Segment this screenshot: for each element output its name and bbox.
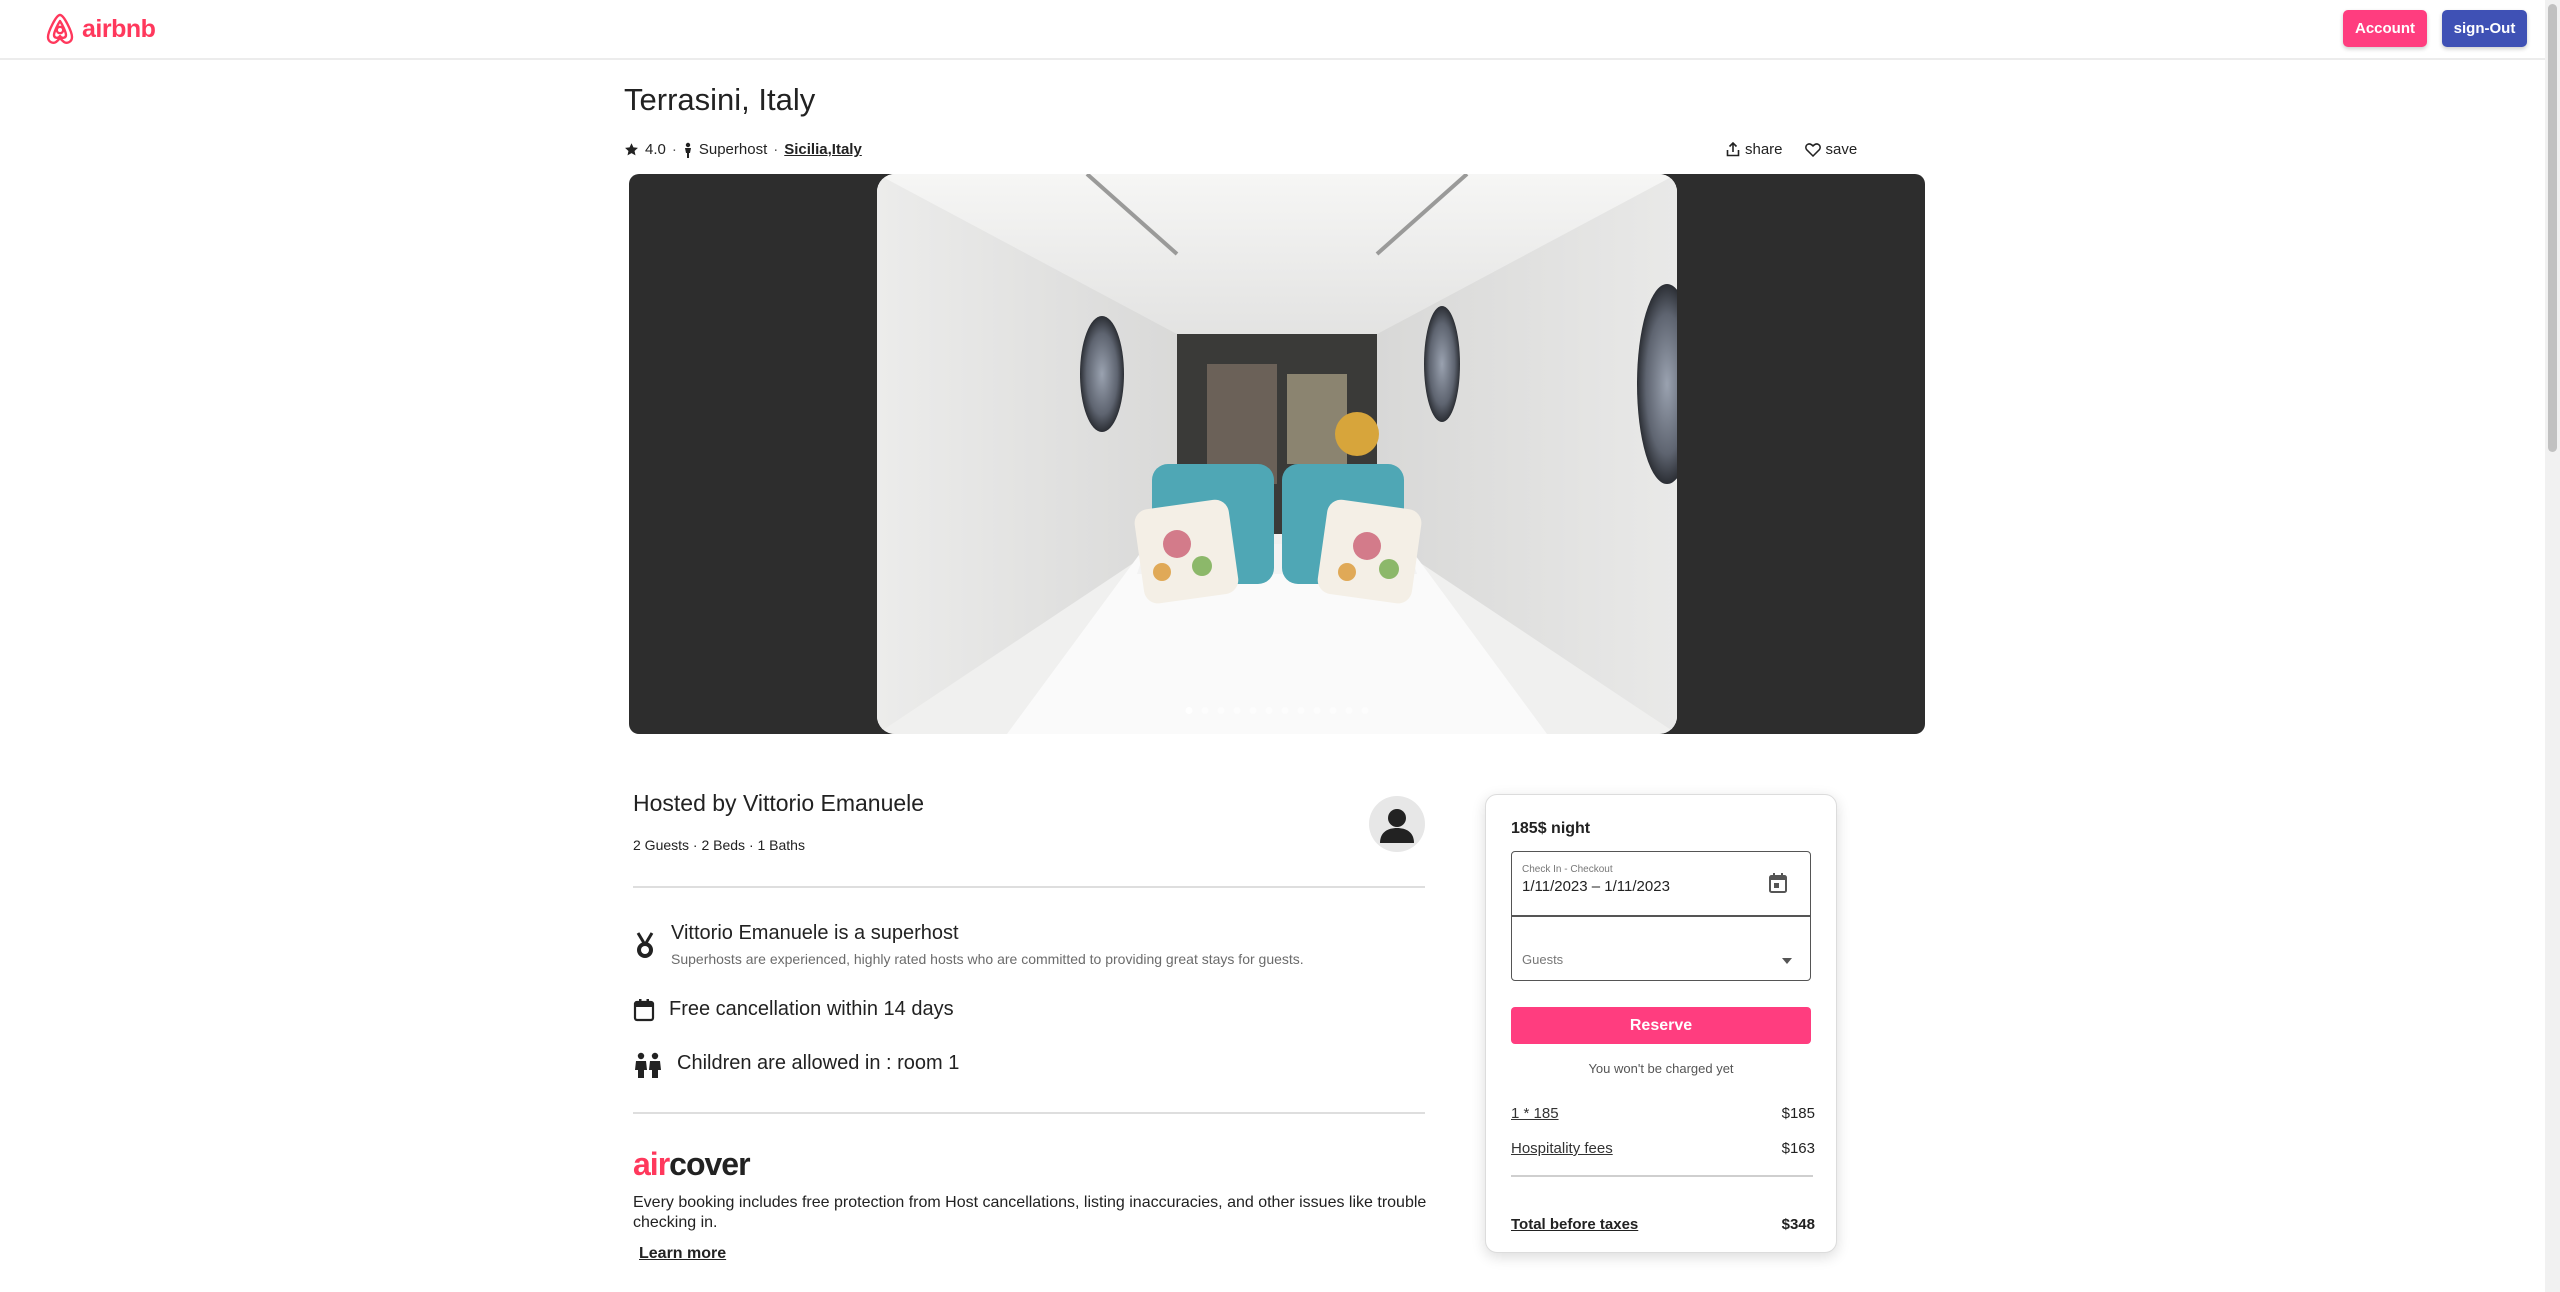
feature-superhost: Vittorio Emanuele is a superhost Superho… <box>633 922 1304 967</box>
carousel-dot[interactable] <box>1217 707 1225 714</box>
guests-select[interactable]: Guests <box>1512 916 1810 982</box>
fees-row: Hospitality fees $163 <box>1511 1140 1815 1157</box>
date-range-value: 1/11/2023 – 1/11/2023 <box>1522 878 1670 895</box>
location-link[interactable]: Sicilia,Italy <box>784 141 862 158</box>
carousel-dot[interactable] <box>1297 707 1305 714</box>
photo-carousel[interactable] <box>629 174 1925 734</box>
calendar-icon[interactable] <box>1768 872 1788 894</box>
guests-label: Guests <box>1522 952 1564 967</box>
bedroom-photo <box>877 174 1677 734</box>
learn-more-link[interactable]: Learn more <box>639 1245 726 1263</box>
total-label: Total before taxes <box>1511 1216 1639 1233</box>
carousel-dot[interactable] <box>1265 707 1273 714</box>
superhost-label: Superhost <box>698 141 768 158</box>
listing-actions: share save <box>1726 141 1857 158</box>
feature-title: Children are allowed in : room 1 <box>677 1052 960 1074</box>
nightly-cost-row: 1 * 185 $185 <box>1511 1105 1815 1122</box>
nightly-price: 185$ night <box>1511 820 1591 837</box>
host-title: Hosted by Vittorio Emanuele <box>633 790 925 816</box>
meta-separator: · <box>773 141 779 158</box>
star-icon <box>625 143 638 156</box>
airbnb-logo-icon <box>46 13 74 44</box>
reserve-button[interactable]: Reserve <box>1511 1007 1811 1044</box>
listing-summary: 2 Guests · 2 Beds · 1 Baths <box>633 837 805 853</box>
top-navbar: airbnb Account sign-Out <box>0 0 2545 60</box>
carousel-dot[interactable] <box>1249 707 1257 714</box>
booking-card: 185$ night Check In - Checkout 1/11/2023… <box>1485 794 1837 1253</box>
carousel-dot[interactable] <box>1345 707 1353 714</box>
aircover-logo: aircover <box>633 1146 751 1183</box>
medal-icon <box>636 932 654 958</box>
feature-description: Superhosts are experienced, highly rated… <box>671 951 1304 967</box>
person-icon <box>1380 809 1414 843</box>
heart-icon <box>1804 142 1821 157</box>
save-label: save <box>1825 141 1858 158</box>
date-range-label: Check In - Checkout <box>1522 864 1613 875</box>
sign-out-button[interactable]: sign-Out <box>2442 10 2527 47</box>
aircover-logo-cover: cover <box>669 1146 750 1182</box>
carousel-dot[interactable] <box>1361 707 1369 714</box>
aircover-logo-air: air <box>633 1146 670 1182</box>
fees-value: $163 <box>1781 1140 1815 1157</box>
booking-inputs: Check In - Checkout 1/11/2023 – 1/11/202… <box>1511 851 1811 981</box>
superhost-icon <box>684 142 691 158</box>
scrollbar-thumb[interactable] <box>2548 4 2557 452</box>
host-avatar[interactable] <box>1369 796 1425 852</box>
share-label: share <box>1745 141 1783 158</box>
meta-separator: · <box>671 141 677 158</box>
chevron-down-icon <box>1782 958 1792 964</box>
airbnb-logo[interactable]: airbnb <box>44 12 156 46</box>
nightly-cost-label[interactable]: 1 * 185 <box>1511 1105 1559 1122</box>
carousel-dot[interactable] <box>1233 707 1241 714</box>
total-divider <box>1511 1175 1813 1177</box>
feature-title: Vittorio Emanuele is a superhost <box>671 922 959 944</box>
section-divider <box>633 886 1425 888</box>
fees-label[interactable]: Hospitality fees <box>1511 1140 1613 1157</box>
feature-children: Children are allowed in : room 1 <box>633 1052 959 1078</box>
nightly-cost-value: $185 <box>1781 1105 1815 1122</box>
brand-name: airbnb <box>82 14 156 43</box>
total-row: Total before taxes $348 <box>1511 1216 1815 1233</box>
section-divider <box>633 1112 1425 1114</box>
rating-value: 4.0 <box>645 141 666 158</box>
calendar-icon <box>633 999 655 1022</box>
carousel-dot[interactable] <box>1329 707 1337 714</box>
aircover-description: Every booking includes free protection f… <box>633 1194 1427 1231</box>
family-icon <box>635 1052 661 1078</box>
date-range-field[interactable]: Check In - Checkout 1/11/2023 – 1/11/202… <box>1512 852 1810 915</box>
carousel-dot[interactable] <box>1201 707 1209 714</box>
share-icon <box>1726 142 1740 157</box>
page-scrollbar[interactable] <box>2545 0 2560 1292</box>
carousel-dot[interactable] <box>1313 707 1321 714</box>
page-title: Terrasini, Italy <box>624 82 816 117</box>
listing-meta: 4.0 · Superhost · Sicilia,Italy <box>624 141 862 158</box>
feature-title: Free cancellation within 14 days <box>669 998 954 1020</box>
account-button[interactable]: Account <box>2343 10 2427 47</box>
carousel-dot[interactable] <box>1281 707 1289 714</box>
share-button[interactable]: share <box>1726 141 1783 158</box>
total-value: $348 <box>1781 1216 1815 1233</box>
feature-cancellation: Free cancellation within 14 days <box>633 998 954 1022</box>
save-button[interactable]: save <box>1804 141 1858 158</box>
listing-photo[interactable] <box>877 174 1677 734</box>
no-charge-note: You won't be charged yet <box>1588 1061 1734 1076</box>
carousel-dots <box>1185 707 1369 714</box>
carousel-dot[interactable] <box>1185 707 1193 714</box>
